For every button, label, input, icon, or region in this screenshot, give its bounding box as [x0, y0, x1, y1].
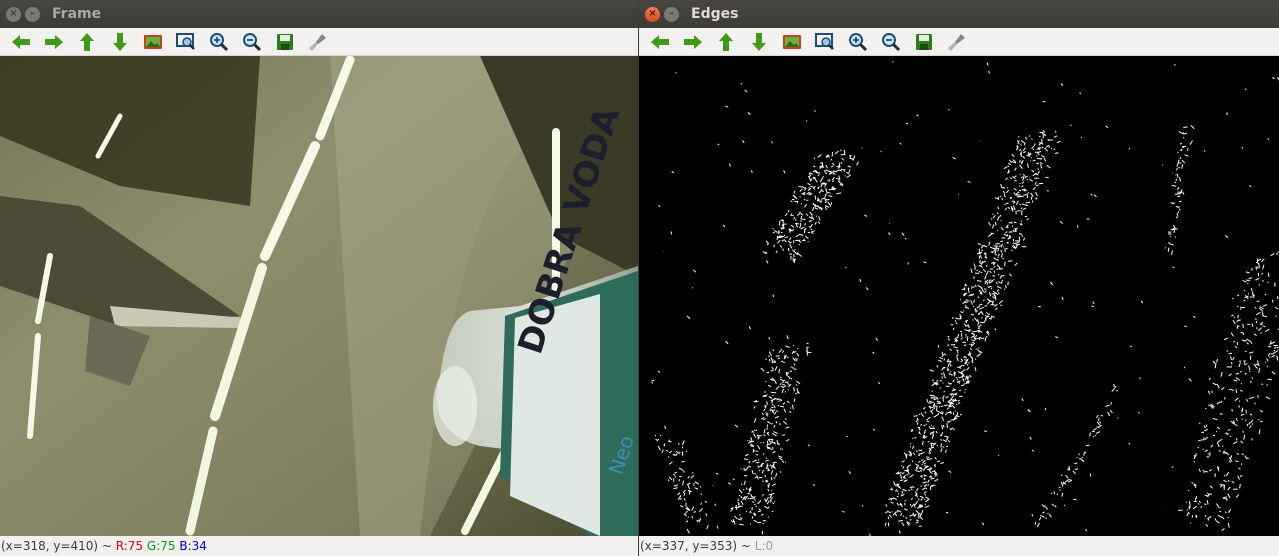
frame-image[interactable]: DOBRA VODA Neo	[0, 56, 638, 536]
frame-pixel-green: G:75	[146, 539, 176, 553]
frame-titlebar[interactable]: × – Frame	[0, 0, 638, 28]
frame-zoom-in-button[interactable]	[207, 31, 231, 53]
edges-zoom-original-button[interactable]	[780, 31, 804, 53]
zoom-region-icon	[815, 32, 834, 50]
edges-zoom-fit-button[interactable]	[813, 31, 837, 53]
frame-statusbar: (x=318, y=410) ~ R:75 G:75 B:34	[0, 536, 638, 556]
frame-window: × – Frame DOBRA VODA Neo (x=318, y=410) …	[0, 0, 638, 556]
arrow-left-icon	[651, 34, 669, 49]
save-icon	[277, 33, 293, 50]
properties-icon	[948, 33, 965, 51]
frame-pan-right-button[interactable]	[42, 31, 66, 53]
arrow-up-icon	[80, 32, 94, 51]
edges-image[interactable]	[639, 56, 1279, 536]
frame-pixel-red: R:75	[115, 539, 144, 553]
save-icon	[916, 33, 932, 50]
frame-pan-left-button[interactable]	[9, 31, 33, 53]
edge-detection-picture	[651, 61, 1279, 536]
edge-pixels	[651, 61, 1279, 536]
zoom-region-icon	[176, 32, 195, 50]
arrow-up-icon	[719, 32, 733, 51]
edges-window: × – Edges (x=337, y=353) ~ L:0	[639, 0, 1279, 556]
camera-frame-picture: DOBRA VODA Neo	[0, 56, 638, 536]
zoom-in-icon	[210, 32, 229, 51]
zoom-out-icon	[243, 32, 262, 51]
frame-zoom-fit-button[interactable]	[174, 31, 198, 53]
frame-pixel-blue: B:34	[179, 539, 207, 553]
frame-zoom-original-button[interactable]	[141, 31, 165, 53]
properties-icon	[309, 33, 326, 51]
edges-close-button[interactable]: ×	[645, 6, 660, 22]
edges-pan-up-button[interactable]	[714, 31, 738, 53]
zoom-in-icon	[849, 32, 868, 51]
edges-toolbar	[639, 28, 1279, 56]
edges-zoom-out-button[interactable]	[879, 31, 903, 53]
frame-properties-button[interactable]	[306, 31, 330, 53]
edges-cursor-coords: (x=337, y=353) ~	[640, 539, 755, 553]
frame-save-button[interactable]	[273, 31, 297, 53]
image-icon	[144, 34, 162, 49]
edges-pan-right-button[interactable]	[681, 31, 705, 53]
edges-pan-left-button[interactable]	[648, 31, 672, 53]
arrow-right-icon	[45, 34, 63, 49]
edges-save-button[interactable]	[912, 31, 936, 53]
arrow-down-icon	[752, 32, 766, 51]
frame-close-button[interactable]: ×	[6, 6, 21, 22]
frame-window-title: Frame	[52, 6, 102, 22]
frame-pan-down-button[interactable]	[108, 31, 132, 53]
edges-properties-button[interactable]	[945, 31, 969, 53]
arrow-down-icon	[113, 32, 127, 51]
arrow-left-icon	[12, 34, 30, 49]
edges-window-title: Edges	[691, 6, 739, 22]
edges-statusbar: (x=337, y=353) ~ L:0	[639, 536, 1279, 556]
image-icon	[783, 34, 801, 49]
frame-cursor-coords: (x=318, y=410) ~	[1, 539, 116, 553]
frame-minimize-button[interactable]: –	[25, 6, 40, 22]
arrow-right-icon	[684, 34, 702, 49]
edges-pixel-luminance: L:0	[754, 539, 774, 553]
edges-titlebar[interactable]: × – Edges	[639, 0, 1279, 28]
frame-toolbar	[0, 28, 638, 56]
edges-zoom-in-button[interactable]	[846, 31, 870, 53]
edges-pan-down-button[interactable]	[747, 31, 771, 53]
edges-minimize-button[interactable]: –	[664, 6, 679, 22]
frame-pan-up-button[interactable]	[75, 31, 99, 53]
zoom-out-icon	[882, 32, 901, 51]
frame-zoom-out-button[interactable]	[240, 31, 264, 53]
